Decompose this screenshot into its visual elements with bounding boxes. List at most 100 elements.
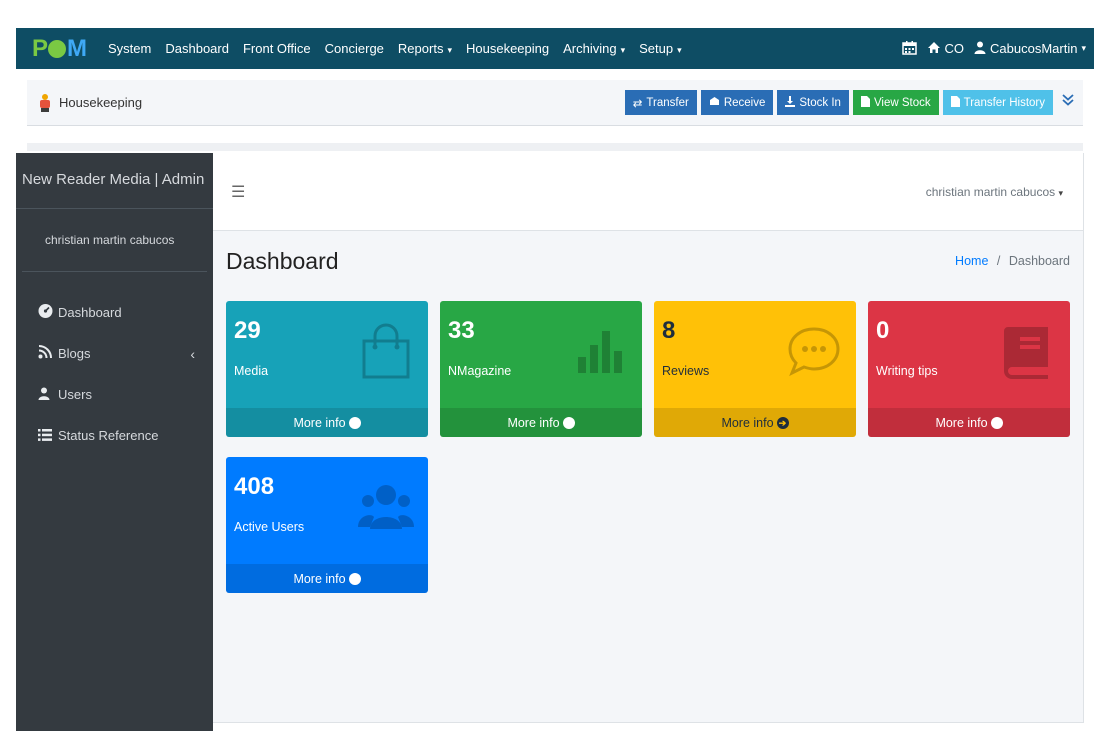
- stat-label: Media: [234, 364, 269, 378]
- more-info-link[interactable]: More info ➔: [440, 408, 642, 437]
- stat-value: 8: [662, 317, 676, 344]
- user-menu[interactable]: CabucosMartin ▾: [974, 41, 1086, 57]
- sidebar-menu: Dashboard Blogs ‹ Users Status Reference: [16, 272, 213, 456]
- inbox-icon: [709, 96, 720, 109]
- exchange-icon: ⇄: [632, 97, 643, 110]
- sidebar-item-blogs[interactable]: Blogs ‹: [16, 333, 213, 374]
- arrow-circle-right-icon: ➔: [990, 416, 1003, 429]
- content-navbar: ☰ christian martin cabucos ▾: [213, 153, 1083, 231]
- more-info-link[interactable]: More info ➔: [226, 408, 428, 437]
- sidebar: New Reader Media | Admin christian marti…: [16, 153, 213, 731]
- breadcrumb-current: Dashboard: [1008, 254, 1070, 268]
- nav-reports[interactable]: Reports ▾: [398, 41, 452, 56]
- view-stock-label: View Stock: [873, 96, 931, 109]
- breadcrumb-separator: /: [996, 254, 1001, 268]
- breadcrumb: Home / Dashboard: [955, 254, 1070, 268]
- caret-down-icon: ▾: [447, 45, 452, 55]
- user-name: CabucosMartin: [990, 41, 1078, 56]
- more-info-link[interactable]: More info ➔: [654, 408, 856, 437]
- sidebar-item-label: Users: [58, 387, 92, 402]
- calendar-icon[interactable]: [901, 40, 917, 58]
- nav-concierge[interactable]: Concierge: [325, 41, 384, 56]
- user-dropdown[interactable]: christian martin cabucos ▾: [926, 185, 1063, 199]
- sidebar-user-panel[interactable]: christian martin cabucos: [22, 209, 207, 272]
- transfer-history-button[interactable]: Transfer History: [942, 90, 1053, 115]
- transfer-history-label: Transfer History: [963, 96, 1045, 109]
- main-content: ☰ christian martin cabucos ▾ Dashboard H…: [213, 153, 1083, 723]
- arrow-circle-right-icon: ➔: [562, 416, 575, 429]
- hamburger-menu-icon[interactable]: ☰: [231, 182, 245, 202]
- stat-box-media: 29 Media More info ➔: [226, 301, 428, 437]
- user-icon: [38, 387, 58, 403]
- breadcrumb-home-link[interactable]: Home: [955, 254, 988, 268]
- chat-bubble-icon: [788, 327, 840, 377]
- home-icon: [927, 41, 941, 57]
- double-chevron-down-icon[interactable]: [1061, 93, 1075, 112]
- sidebar-item-dashboard[interactable]: Dashboard: [16, 292, 213, 333]
- download-icon: [785, 95, 796, 110]
- sidebar-item-label: Blogs: [58, 346, 91, 361]
- pam-logo[interactable]: PM: [32, 35, 87, 63]
- stock-in-button[interactable]: Stock In: [777, 90, 849, 115]
- nav-archiving[interactable]: Archiving ▾: [563, 41, 625, 56]
- caret-down-icon: ▾: [1081, 43, 1086, 53]
- sidebar-item-label: Dashboard: [58, 305, 122, 320]
- sidebar-item-users[interactable]: Users: [16, 374, 213, 415]
- page-header: Dashboard Home / Dashboard: [213, 231, 1083, 291]
- tachometer-icon: [38, 304, 58, 321]
- receive-button[interactable]: Receive: [700, 90, 774, 115]
- transfer-button[interactable]: ⇄ Transfer: [624, 90, 697, 115]
- user-icon: [974, 41, 986, 57]
- stat-label: Active Users: [234, 520, 305, 534]
- nav-front-office[interactable]: Front Office: [243, 41, 311, 56]
- file-icon: [950, 95, 960, 110]
- shopping-bag-icon: [362, 323, 410, 379]
- sidebar-item-label: Status Reference: [58, 428, 159, 443]
- stat-label: Writing tips: [876, 364, 938, 378]
- stat-value: 29: [234, 317, 261, 344]
- sidebar-brand[interactable]: New Reader Media | Admin: [16, 153, 213, 209]
- footer-border: [213, 722, 1083, 723]
- bar-chart-icon: [578, 331, 622, 373]
- rss-icon: [38, 345, 58, 362]
- file-icon: [860, 95, 870, 110]
- more-info-link[interactable]: More info ➔: [868, 408, 1070, 437]
- more-info-label: More info: [293, 415, 346, 430]
- stat-box-active-users: 408 Active Users More info ➔: [226, 457, 428, 593]
- stat-box-nmagazine: 33 NMagazine More info ➔: [440, 301, 642, 437]
- top-navbar: PM System Dashboard Front Office Concier…: [16, 28, 1094, 69]
- receive-label: Receive: [723, 96, 766, 109]
- brand-text: New Reader Media | Admin: [22, 171, 205, 188]
- stat-label: NMagazine: [448, 364, 512, 378]
- arrow-circle-right-icon: ➔: [348, 572, 361, 585]
- app-frame: PM System Dashboard Front Office Concier…: [0, 0, 1098, 731]
- book-icon: [1004, 327, 1048, 379]
- nav-housekeeping[interactable]: Housekeeping: [466, 41, 549, 56]
- more-info-label: More info: [721, 415, 774, 430]
- chevron-down-icon: ▾: [1058, 187, 1063, 198]
- list-icon: [38, 428, 58, 444]
- caret-down-icon: ▾: [620, 45, 626, 55]
- home-link[interactable]: CO: [927, 41, 965, 57]
- stat-label: Reviews: [662, 364, 710, 378]
- user-dropdown-label: christian martin cabucos: [925, 184, 1056, 199]
- nav-setup[interactable]: Setup ▾: [639, 41, 682, 56]
- view-stock-button[interactable]: View Stock: [852, 90, 939, 115]
- content-border: [1083, 153, 1084, 723]
- stock-in-label: Stock In: [799, 96, 841, 109]
- top-nav-menu: System Dashboard Front Office Concierge …: [108, 41, 682, 56]
- top-nav-right: CO CabucosMartin ▾: [901, 40, 1086, 58]
- nav-dashboard[interactable]: Dashboard: [165, 41, 229, 56]
- more-info-link[interactable]: More info ➔: [226, 564, 428, 593]
- sidebar-item-status-reference[interactable]: Status Reference: [16, 415, 213, 456]
- home-label: CO: [944, 41, 965, 56]
- nav-system[interactable]: System: [108, 41, 151, 56]
- page-title: Dashboard: [226, 247, 339, 274]
- stat-box-writing-tips: 0 Writing tips More info ➔: [868, 301, 1070, 437]
- caret-down-icon: ▾: [677, 45, 682, 55]
- arrow-circle-right-icon: ➔: [776, 416, 789, 429]
- module-title: Housekeeping: [39, 93, 142, 112]
- divider-strip: [27, 143, 1083, 151]
- more-info-label: More info: [293, 571, 346, 586]
- stat-value: 0: [876, 317, 890, 344]
